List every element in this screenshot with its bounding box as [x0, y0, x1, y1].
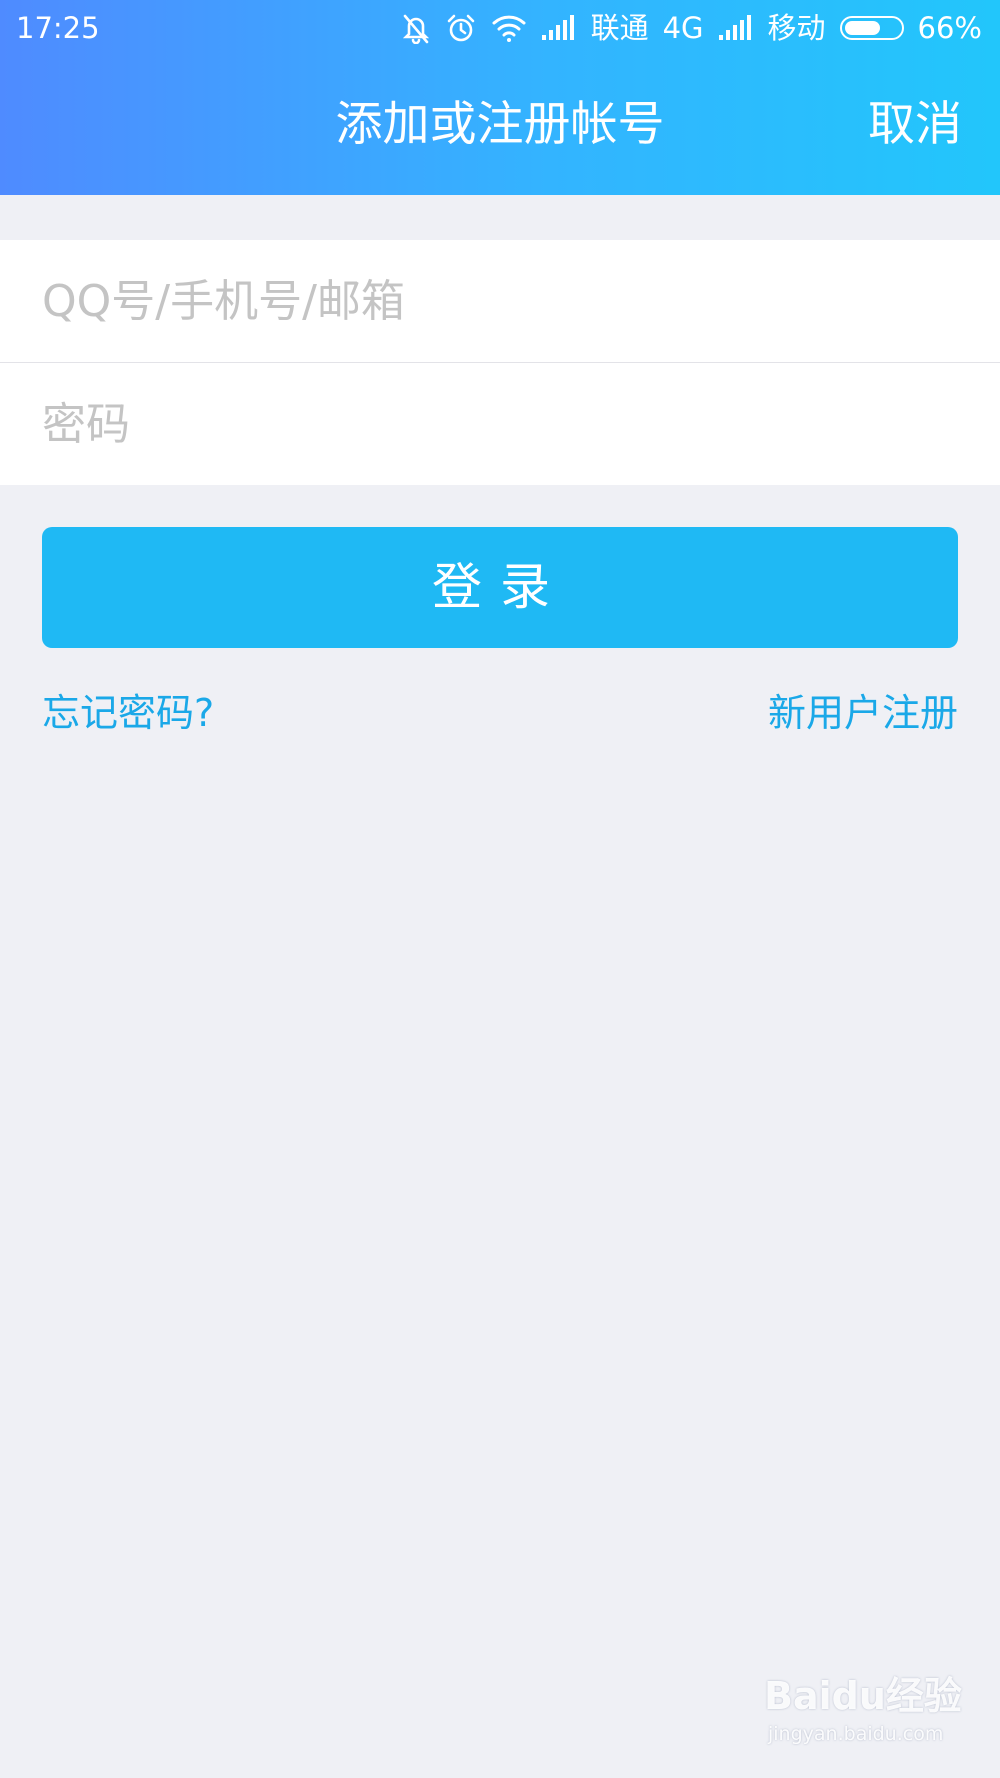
carrier-1: 联通	[590, 11, 649, 45]
signal-icon	[541, 15, 577, 41]
status-bar: 17:25 联通 4G 移动 66%	[0, 0, 1000, 56]
status-time: 17:25	[16, 11, 100, 45]
title-bar: 添加或注册帐号 取消	[0, 82, 1000, 168]
password-input[interactable]	[0, 363, 962, 485]
watermark-brand: Baidu经验	[764, 1674, 962, 1718]
baidu-watermark: Baidu经验 jingyan.baidu.com	[764, 1668, 964, 1758]
app-header: 17:25 联通 4G 移动 66% 添加或注册帐号 取消	[0, 0, 1000, 195]
cancel-button[interactable]: 取消	[868, 82, 962, 168]
network-type: 4G	[662, 11, 704, 45]
alarm-icon	[445, 12, 477, 44]
status-icons: 联通 4G 移动 66%	[401, 8, 982, 48]
forgot-password-link[interactable]: 忘记密码?	[42, 683, 214, 743]
register-link[interactable]: 新用户注册	[768, 683, 958, 743]
login-form	[0, 240, 1000, 485]
battery-percent: 66%	[917, 11, 982, 45]
account-input[interactable]	[0, 240, 962, 362]
account-field	[0, 240, 1000, 362]
battery-icon	[839, 16, 904, 40]
login-button[interactable]: 登录	[42, 527, 958, 648]
bell-muted-icon	[401, 12, 431, 44]
password-field	[0, 363, 1000, 485]
signal-icon	[718, 15, 754, 41]
wifi-icon	[491, 13, 527, 43]
watermark-site: jingyan.baidu.com	[768, 1723, 944, 1745]
carrier-2: 移动	[767, 11, 826, 45]
page-title: 添加或注册帐号	[335, 97, 665, 152]
battery-level	[844, 21, 880, 35]
